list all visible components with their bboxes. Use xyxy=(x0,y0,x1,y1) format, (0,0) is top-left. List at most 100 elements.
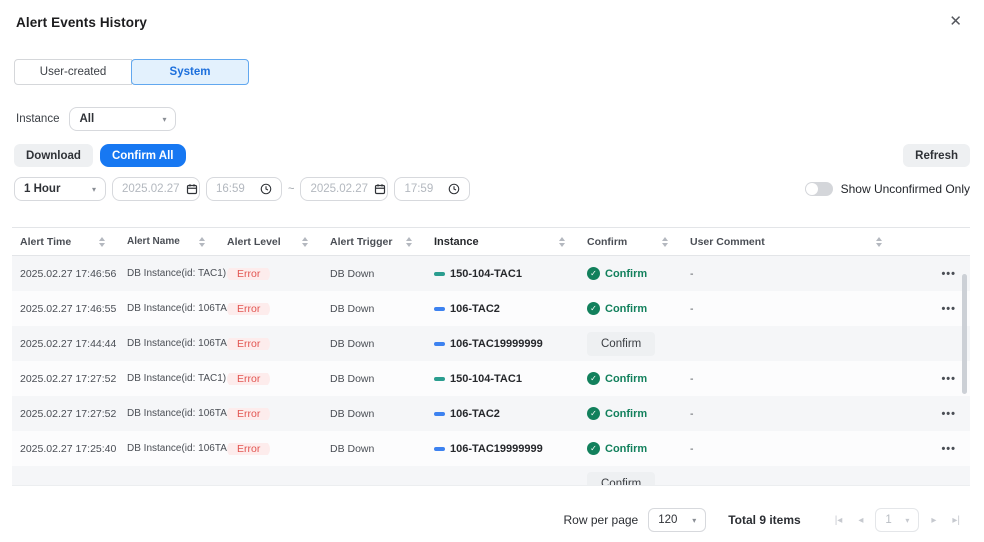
instance-type-icon xyxy=(434,272,445,276)
confirmed-status: ✓Confirm xyxy=(587,442,647,455)
tab-system[interactable]: System xyxy=(131,59,249,85)
alert-level-badge: Error xyxy=(227,443,270,455)
clock-icon xyxy=(448,183,460,195)
table-row: 2025.02.27 17:27:52 DB Instance(id: TAC1… xyxy=(12,361,970,396)
row-actions-menu-icon[interactable]: ••• xyxy=(941,303,962,315)
user-comment-cell: - xyxy=(690,268,922,280)
alert-trigger-cell: DB Down xyxy=(330,443,434,455)
alert-trigger-cell: DB Down xyxy=(330,268,434,280)
page-number-select[interactable]: 1 ▾ xyxy=(875,508,919,532)
alert-table: Alert TimeAlert NameAlert LevelAlert Tri… xyxy=(12,227,970,486)
range-separator: ~ xyxy=(288,183,294,195)
sort-icon[interactable] xyxy=(876,237,882,247)
sort-icon[interactable] xyxy=(406,237,412,247)
close-icon[interactable]: ✕ xyxy=(949,15,962,29)
confirmed-status: ✓Confirm xyxy=(587,302,647,315)
rows-per-page-select[interactable]: 120 ▾ xyxy=(648,508,706,532)
user-comment-cell: - xyxy=(690,303,922,315)
end-date-input[interactable]: 2025.02.27 xyxy=(300,177,388,201)
confirmed-status: ✓Confirm xyxy=(587,372,647,385)
check-circle-icon: ✓ xyxy=(587,442,600,455)
show-unconfirmed-toggle[interactable] xyxy=(805,182,833,196)
alert-name-cell: DB Instance(id: 106TAC2) DOWN xyxy=(127,303,227,314)
dialog-header: Alert Events History ✕ xyxy=(0,0,984,30)
sort-icon[interactable] xyxy=(199,237,205,247)
row-actions-menu-icon[interactable]: ••• xyxy=(941,443,962,455)
download-button[interactable]: Download xyxy=(14,144,93,167)
instance-select[interactable]: All ▾ xyxy=(69,107,176,131)
unconfirmed-toggle-wrap: Show Unconfirmed Only xyxy=(805,182,970,196)
next-page-icon[interactable]: ▸ xyxy=(923,515,944,526)
total-items-label: Total 9 items xyxy=(728,513,800,527)
table-row: 2025.02.27 17:46:56 DB Instance(id: TAC1… xyxy=(12,256,970,291)
start-time-input[interactable]: 16:59 xyxy=(206,177,282,201)
dialog-title: Alert Events History xyxy=(16,15,147,30)
alert-time-cell: 2025.02.27 17:46:55 xyxy=(20,303,127,315)
instance-name: 150-104-TAC1 xyxy=(450,268,522,280)
alert-level-badge: Error xyxy=(227,303,270,315)
chevron-down-icon: ▾ xyxy=(692,516,696,525)
alert-name-cell: DB Instance(id: TAC1) DOWN xyxy=(127,373,227,384)
instance-name: 106-TAC2 xyxy=(450,408,500,420)
check-circle-icon: ✓ xyxy=(587,302,600,315)
last-page-icon[interactable]: ▸| xyxy=(944,515,968,526)
action-button-row: Download Confirm All Refresh xyxy=(14,144,970,167)
instance-name: 106-TAC19999999 xyxy=(450,443,543,455)
sort-icon[interactable] xyxy=(99,237,105,247)
sort-icon[interactable] xyxy=(559,237,565,247)
check-circle-icon: ✓ xyxy=(587,372,600,385)
column-header-alert-level: Alert Level xyxy=(227,236,330,248)
instance-label: Instance xyxy=(16,113,59,125)
alert-trigger-cell: DB Down xyxy=(330,373,434,385)
alert-trigger-cell: DB Down xyxy=(330,303,434,315)
instance-type-icon xyxy=(434,307,445,311)
row-actions-menu-icon[interactable]: ••• xyxy=(941,268,962,280)
end-time-input[interactable]: 17:59 xyxy=(394,177,470,201)
table-body: 2025.02.27 17:46:56 DB Instance(id: TAC1… xyxy=(12,256,970,486)
alert-name-cell: DB Instance(id: TAC1) DOWN xyxy=(127,268,227,279)
alert-time-cell: 2025.02.27 17:27:52 xyxy=(20,408,127,420)
calendar-icon xyxy=(374,183,386,195)
column-header-alert-name: Alert Name xyxy=(127,236,227,247)
confirm-button[interactable]: Confirm xyxy=(587,472,655,487)
instance-type-icon xyxy=(434,342,445,346)
prev-page-icon[interactable]: ◂ xyxy=(850,515,871,526)
user-comment-cell: - xyxy=(690,443,922,455)
table-header: Alert TimeAlert NameAlert LevelAlert Tri… xyxy=(12,228,970,256)
rows-per-page-label: Row per page xyxy=(564,513,639,527)
toggle-knob xyxy=(806,183,818,195)
instance-type-icon xyxy=(434,412,445,416)
start-date-input[interactable]: 2025.02.27 xyxy=(112,177,200,201)
alert-level-badge: Error xyxy=(227,268,270,280)
alert-time-cell: 2025.02.27 17:44:44 xyxy=(20,338,127,350)
first-page-icon[interactable]: |◂ xyxy=(827,515,851,526)
user-comment-cell: - xyxy=(690,373,922,385)
alert-time-cell: 2025.02.27 17:46:56 xyxy=(20,268,127,280)
time-range-value: 1 Hour xyxy=(24,183,60,195)
sort-icon[interactable] xyxy=(662,237,668,247)
alert-name-cell: DB Instance(id: 106TAC1) DOWN xyxy=(127,443,227,454)
sort-icon[interactable] xyxy=(302,237,308,247)
table-row: 2025.02.27 17:46:55 DB Instance(id: 106T… xyxy=(12,291,970,326)
confirm-all-button[interactable]: Confirm All xyxy=(100,144,186,167)
alert-level-badge: Error xyxy=(227,373,270,385)
refresh-button[interactable]: Refresh xyxy=(903,144,970,167)
check-circle-icon: ✓ xyxy=(587,407,600,420)
column-header-user-comment: User Comment xyxy=(690,236,922,248)
instance-name: 150-104-TAC1 xyxy=(450,373,522,385)
toggle-label: Show Unconfirmed Only xyxy=(841,182,970,196)
row-actions-menu-icon[interactable]: ••• xyxy=(941,408,962,420)
alert-name-cell: DB Instance(id: 106TAC1) DOWN xyxy=(127,338,227,349)
vertical-scrollbar[interactable] xyxy=(962,274,967,394)
instance-select-value: All xyxy=(79,113,94,125)
time-range-select[interactable]: 1 Hour ▾ xyxy=(14,177,106,201)
pager: |◂ ◂ 1 ▾ ▸ ▸| xyxy=(827,508,968,532)
instance-name: 106-TAC2 xyxy=(450,303,500,315)
row-actions-menu-icon[interactable]: ••• xyxy=(941,373,962,385)
time-filter-row: 1 Hour ▾ 2025.02.27 16:59 ~ 2025.02.27 1… xyxy=(14,177,970,201)
column-header-confirm: Confirm xyxy=(587,236,690,248)
confirm-button[interactable]: Confirm xyxy=(587,332,655,356)
chevron-down-icon: ▾ xyxy=(905,516,909,525)
alert-trigger-cell: DB Down xyxy=(330,408,434,420)
tab-user-created[interactable]: User-created xyxy=(14,59,132,85)
